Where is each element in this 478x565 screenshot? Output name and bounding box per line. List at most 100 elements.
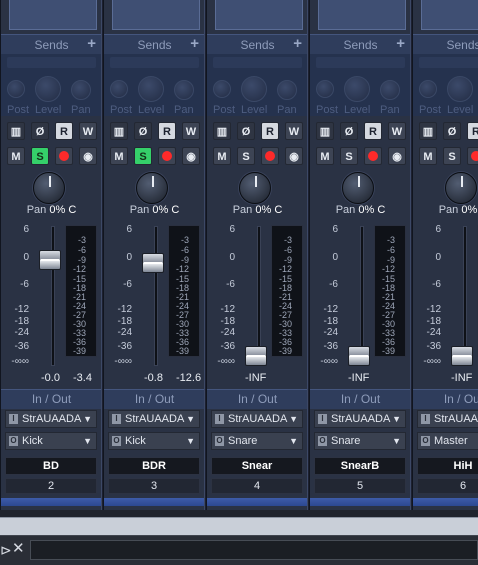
pan-knob[interactable] <box>136 172 168 204</box>
phase-invert-icon[interactable]: Ø <box>237 122 255 140</box>
send-level-knob[interactable] <box>344 76 370 102</box>
read-automation-button[interactable]: R <box>261 122 279 140</box>
fader-track[interactable] <box>360 226 364 366</box>
solo-button[interactable]: S <box>340 147 358 165</box>
monitor-icon[interactable]: ◉ <box>182 147 200 165</box>
channel-name[interactable]: Snear <box>211 457 303 475</box>
close-icon[interactable]: ✕ <box>12 541 26 557</box>
mute-button[interactable]: M <box>213 147 231 165</box>
plus-icon[interactable]: + <box>396 35 405 52</box>
volume-fader[interactable] <box>142 253 164 274</box>
plus-icon[interactable]: + <box>293 35 302 52</box>
monitor-icon[interactable]: ◉ <box>79 147 97 165</box>
output-select[interactable]: O Snare ▼ <box>314 432 406 450</box>
input-monitor-icon[interactable]: ▥ <box>7 122 25 140</box>
insert-slot[interactable] <box>112 0 200 30</box>
phase-invert-icon[interactable]: Ø <box>134 122 152 140</box>
send-slot[interactable] <box>7 57 96 68</box>
volume-fader[interactable] <box>451 346 473 366</box>
mute-button[interactable]: M <box>110 147 128 165</box>
insert-slot[interactable] <box>9 0 97 30</box>
channel-name[interactable]: HiH <box>417 457 478 475</box>
plus-icon[interactable]: + <box>87 35 96 52</box>
phase-invert-icon[interactable]: Ø <box>340 122 358 140</box>
volume-fader[interactable] <box>348 346 370 366</box>
monitor-icon[interactable]: ◉ <box>285 147 303 165</box>
mute-button[interactable]: M <box>316 147 334 165</box>
solo-button[interactable]: S <box>443 147 461 165</box>
pan-knob[interactable] <box>342 172 374 204</box>
send-slot[interactable] <box>110 57 199 68</box>
mute-button[interactable]: M <box>7 147 25 165</box>
fader-track[interactable] <box>257 226 261 366</box>
solo-button[interactable]: S <box>134 147 152 165</box>
horizontal-scrollbar[interactable] <box>0 517 478 535</box>
phase-invert-icon[interactable]: Ø <box>31 122 49 140</box>
write-automation-button[interactable]: W <box>182 122 200 140</box>
fader-scale-tick: 6 <box>435 224 441 235</box>
channel-name[interactable]: BD <box>5 457 97 475</box>
phase-invert-icon[interactable]: Ø <box>443 122 461 140</box>
record-arm-icon[interactable] <box>364 147 382 165</box>
input-monitor-icon[interactable]: ▥ <box>213 122 231 140</box>
input-select[interactable]: I StrAUAADA ▼ <box>5 410 97 428</box>
post-knob[interactable] <box>419 80 437 98</box>
read-automation-button[interactable]: R <box>364 122 382 140</box>
channel-name[interactable]: BDR <box>108 457 200 475</box>
send-level-knob[interactable] <box>138 76 164 102</box>
input-monitor-icon[interactable]: ▥ <box>110 122 128 140</box>
pan-knob[interactable] <box>33 172 65 204</box>
output-select[interactable]: O Kick ▼ <box>5 432 97 450</box>
write-automation-button[interactable]: W <box>388 122 406 140</box>
monitor-icon[interactable]: ◉ <box>388 147 406 165</box>
insert-slot[interactable] <box>215 0 303 30</box>
send-level-knob[interactable] <box>35 76 61 102</box>
read-automation-button[interactable]: R <box>55 122 73 140</box>
plus-icon[interactable]: + <box>190 35 199 52</box>
mute-button[interactable]: M <box>419 147 437 165</box>
output-select[interactable]: O Snare ▼ <box>211 432 303 450</box>
fader-track[interactable] <box>463 226 467 366</box>
send-slot[interactable] <box>316 57 405 68</box>
input-select[interactable]: I StrAUAADA ▼ <box>314 410 406 428</box>
send-pan-knob[interactable] <box>277 80 297 100</box>
fader-track[interactable] <box>154 226 158 366</box>
fader-track[interactable] <box>51 226 55 366</box>
input-monitor-icon[interactable]: ▥ <box>316 122 334 140</box>
output-select[interactable]: O Kick ▼ <box>108 432 200 450</box>
volume-fader[interactable] <box>245 346 267 366</box>
record-arm-icon[interactable] <box>467 147 478 165</box>
send-level-knob[interactable] <box>241 76 267 102</box>
input-select[interactable]: I StrAUAADA ▼ <box>108 410 200 428</box>
meter-scale-tick: -15 <box>72 274 86 284</box>
send-pan-knob[interactable] <box>174 80 194 100</box>
write-automation-button[interactable]: W <box>79 122 97 140</box>
send-slot[interactable] <box>419 57 478 68</box>
insert-slot[interactable] <box>318 0 406 30</box>
output-select[interactable]: O Master ▼ <box>417 432 478 450</box>
solo-button[interactable]: S <box>31 147 49 165</box>
read-automation-button[interactable]: R <box>467 122 478 140</box>
input-monitor-icon[interactable]: ▥ <box>419 122 437 140</box>
solo-button[interactable]: S <box>237 147 255 165</box>
record-arm-icon[interactable] <box>158 147 176 165</box>
send-pan-knob[interactable] <box>380 80 400 100</box>
post-knob[interactable] <box>316 80 334 98</box>
write-automation-button[interactable]: W <box>285 122 303 140</box>
channel-name[interactable]: SnearB <box>314 457 406 475</box>
volume-fader[interactable] <box>39 250 61 270</box>
insert-slot[interactable] <box>421 0 478 30</box>
record-arm-icon[interactable] <box>261 147 279 165</box>
send-pan-knob[interactable] <box>71 80 91 100</box>
post-knob[interactable] <box>7 80 25 98</box>
post-knob[interactable] <box>110 80 128 98</box>
input-select[interactable]: I StrAUAADA ▼ <box>417 410 478 428</box>
pan-knob[interactable] <box>239 172 271 204</box>
send-level-knob[interactable] <box>447 76 473 102</box>
post-knob[interactable] <box>213 80 231 98</box>
input-select[interactable]: I StrAUAADA ▼ <box>211 410 303 428</box>
record-arm-icon[interactable] <box>55 147 73 165</box>
read-automation-button[interactable]: R <box>158 122 176 140</box>
pan-knob[interactable] <box>445 172 477 204</box>
send-slot[interactable] <box>213 57 302 68</box>
